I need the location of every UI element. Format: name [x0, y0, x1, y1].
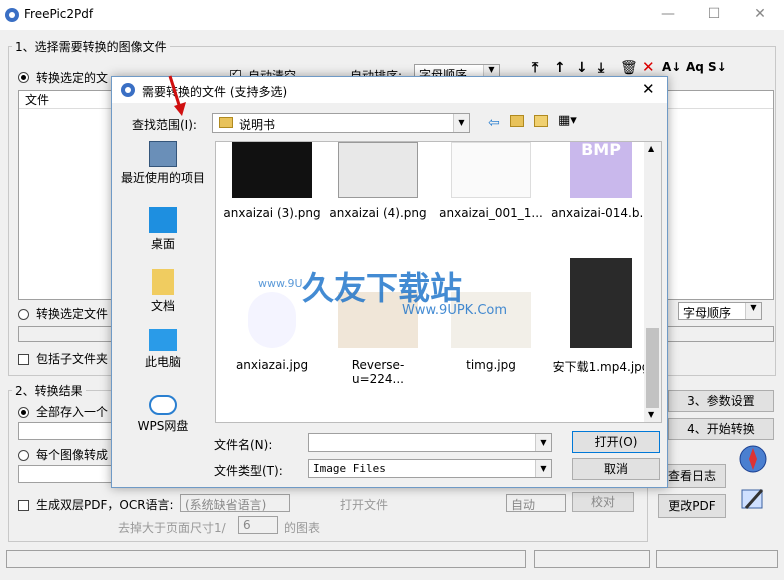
file-thumbnail — [451, 142, 531, 198]
filename-input[interactable]: ▼ — [308, 433, 552, 452]
chevron-down-icon: ▼ — [535, 460, 551, 477]
annotation-arrow-icon — [168, 75, 186, 116]
file-item[interactable]: 安下载1.mp4.jpg — [546, 258, 656, 375]
desktop-icon — [149, 207, 177, 233]
radio-all-into-one[interactable] — [18, 405, 29, 419]
status-bar-main — [6, 550, 526, 568]
place-recent[interactable]: 最近使用的项目 — [120, 141, 206, 186]
file-list-scrollbar[interactable]: ▲ ▼ — [644, 142, 661, 422]
new-folder-icon[interactable] — [534, 115, 548, 127]
filename-label: 文件名(N): — [214, 438, 273, 452]
open-button[interactable]: 打开(O) — [572, 431, 660, 453]
radio-folder-label: 转换选定文件 — [36, 307, 109, 321]
cloud-icon — [149, 395, 177, 415]
file-item[interactable]: anxaizai (3).png — [222, 142, 322, 220]
close-icon[interactable]: ✕ — [752, 6, 768, 22]
window-title: FreePic2Pdf — [24, 7, 94, 21]
bmp-file-icon: BMP — [570, 142, 632, 198]
dual-layer-label: 生成双层PDF，OCR语言: — [36, 498, 174, 512]
sort-aq-icon[interactable]: Aq — [686, 60, 704, 74]
output-file-field[interactable] — [18, 422, 114, 440]
move-top-icon[interactable]: ⤒ — [532, 60, 538, 76]
params-button[interactable]: 3、参数设置 — [668, 390, 774, 412]
dialog-title-bar: 需要转换的文件 (支持多选) ✕ — [112, 77, 667, 103]
dual-layer-check[interactable] — [18, 498, 29, 512]
move-down-icon[interactable]: ↓ — [576, 60, 588, 76]
ocr-lang-select[interactable]: (系统缺省语言) — [180, 494, 290, 512]
status-bar-mid — [534, 550, 650, 568]
compass-icon[interactable] — [738, 444, 768, 474]
radio-folder[interactable] — [18, 307, 29, 321]
chevron-down-icon: ▼ — [535, 434, 551, 451]
file-item[interactable]: anxaizai (4).png — [328, 142, 428, 220]
filetype-select[interactable]: Image Files ▼ — [308, 459, 552, 478]
move-bottom-icon[interactable]: ⤓ — [598, 60, 604, 76]
filetype-label: 文件类型(T): — [214, 464, 283, 478]
scroll-down-icon[interactable]: ▼ — [648, 410, 654, 419]
title-bar: FreePic2Pdf — ☐ ✕ — [0, 0, 784, 30]
file-item[interactable]: BMP anxaizai-014.b... — [546, 142, 656, 220]
calibrate-button[interactable]: 校对 — [572, 492, 634, 512]
dialog-app-icon — [121, 83, 135, 97]
file-thumbnail — [451, 292, 531, 348]
include-subfolders-label: 包括子文件夹 — [36, 352, 109, 366]
auto-select[interactable]: 自动 — [506, 494, 566, 512]
file-thumbnail — [248, 292, 296, 348]
radio-selected-files[interactable] — [18, 70, 29, 84]
maximize-icon[interactable]: ☐ — [706, 6, 722, 22]
delete-icon[interactable]: ✕ — [642, 58, 655, 76]
remove-larger-label: 去掉大于页面尺寸1/ — [118, 521, 226, 535]
file-thumbnail — [338, 142, 418, 198]
pen-icon[interactable] — [738, 484, 768, 514]
dialog-close-icon[interactable]: ✕ — [642, 80, 655, 98]
place-computer[interactable]: 此电脑 — [120, 329, 206, 370]
move-up-icon[interactable]: ↑ — [554, 60, 566, 76]
back-icon[interactable]: ⇦ — [488, 115, 500, 131]
trash-icon[interactable]: 🗑 — [620, 60, 638, 76]
sort-az-icon[interactable]: A↓ — [662, 60, 681, 74]
file-item[interactable]: anxaizai_001_1... — [436, 142, 546, 220]
up-folder-icon[interactable] — [510, 115, 524, 127]
sort-s-icon[interactable]: S↓ — [708, 60, 727, 74]
place-wps-cloud[interactable]: WPS网盘 — [120, 395, 206, 434]
all-into-one-label: 全部存入一个 — [36, 405, 109, 419]
output-folder-field[interactable] — [18, 465, 114, 483]
file-thumbnail — [232, 142, 312, 198]
lookin-select[interactable]: 说明书 ▼ — [212, 113, 470, 133]
app-icon — [5, 8, 19, 22]
watermark-sub: Www.9UPK.Com — [402, 303, 508, 318]
open-file-label: 打开文件 — [340, 498, 389, 512]
scroll-thumb[interactable] — [646, 328, 659, 408]
sort-select-2[interactable]: 字母顺序 ▼ — [678, 302, 762, 320]
section2-label: 2、转换结果 — [12, 382, 86, 399]
place-documents[interactable]: 文档 — [120, 269, 206, 314]
remove-suffix-label: 的图表 — [284, 521, 321, 535]
each-image-label: 每个图像转成 — [36, 448, 109, 462]
recent-icon — [149, 141, 177, 167]
chevron-down-icon: ▼ — [745, 303, 761, 319]
scroll-up-icon[interactable]: ▲ — [648, 144, 654, 153]
include-subfolders-check[interactable] — [18, 352, 29, 366]
remove-value-select[interactable]: 6 — [238, 516, 278, 534]
view-menu-icon[interactable]: ▦▾ — [558, 113, 577, 128]
minimize-icon[interactable]: — — [660, 6, 676, 22]
folder-icon — [219, 117, 233, 128]
chevron-down-icon: ▼ — [453, 114, 469, 132]
radio-each-image[interactable] — [18, 448, 29, 462]
watermark-left: www.9U — [258, 277, 303, 290]
documents-icon — [152, 269, 174, 295]
computer-icon — [149, 329, 177, 351]
view-log-button[interactable]: 查看日志 — [658, 464, 726, 488]
cancel-button[interactable]: 取消 — [572, 458, 660, 480]
place-desktop[interactable]: 桌面 — [120, 207, 206, 252]
open-file-dialog: 需要转换的文件 (支持多选) ✕ 查找范围(I): 说明书 ▼ ⇦ ▦▾ 最近使… — [111, 76, 668, 488]
file-thumbnail — [570, 258, 632, 348]
section1-label: 1、选择需要转换的图像文件 — [12, 38, 170, 55]
status-bar-right — [656, 550, 778, 568]
radio-selected-label: 转换选定的文 — [36, 71, 109, 85]
start-button[interactable]: 4、开始转换 — [668, 418, 774, 440]
modify-pdf-button[interactable]: 更改PDF — [658, 494, 726, 518]
